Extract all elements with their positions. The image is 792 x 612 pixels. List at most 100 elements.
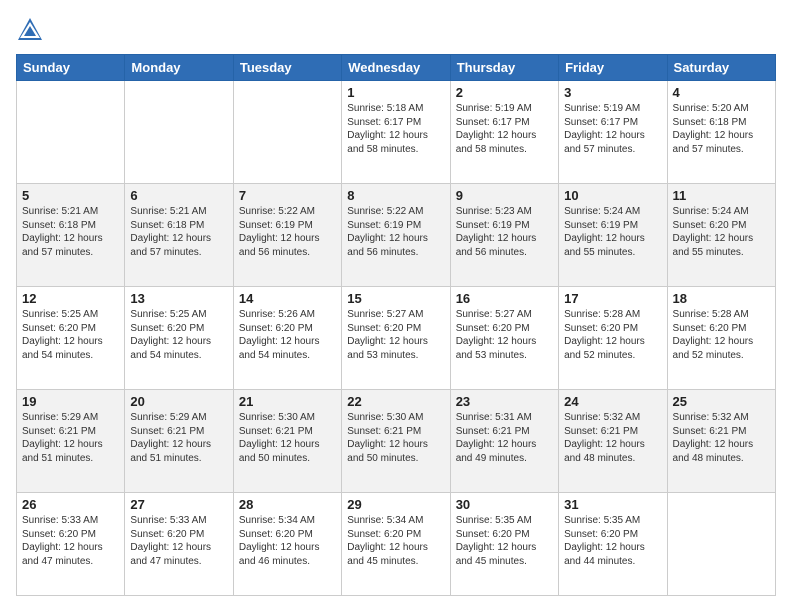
- calendar-cell: 19 Sunrise: 5:29 AM Sunset: 6:21 PM Dayli…: [17, 390, 125, 493]
- cell-date-number: 6: [130, 188, 227, 203]
- calendar-week-4: 19 Sunrise: 5:29 AM Sunset: 6:21 PM Dayli…: [17, 390, 776, 493]
- calendar-header: SundayMondayTuesdayWednesdayThursdayFrid…: [17, 55, 776, 81]
- cell-info-text: Sunrise: 5:29 AM Sunset: 6:21 PM Dayligh…: [130, 411, 227, 465]
- cell-info-text: Sunrise: 5:34 AM Sunset: 6:20 PM Dayligh…: [239, 514, 336, 568]
- cell-info-text: Sunrise: 5:25 AM Sunset: 6:20 PM Dayligh…: [22, 308, 119, 362]
- cell-info-text: Sunrise: 5:29 AM Sunset: 6:21 PM Dayligh…: [22, 411, 119, 465]
- cell-info-text: Sunrise: 5:30 AM Sunset: 6:21 PM Dayligh…: [239, 411, 336, 465]
- calendar-cell: 8 Sunrise: 5:22 AM Sunset: 6:19 PM Daylig…: [342, 184, 450, 287]
- calendar-cell: 25 Sunrise: 5:32 AM Sunset: 6:21 PM Dayli…: [667, 390, 775, 493]
- calendar-cell: [17, 81, 125, 184]
- cell-info-text: Sunrise: 5:33 AM Sunset: 6:20 PM Dayligh…: [22, 514, 119, 568]
- calendar-cell: 7 Sunrise: 5:22 AM Sunset: 6:19 PM Daylig…: [233, 184, 341, 287]
- cell-date-number: 18: [673, 291, 770, 306]
- cell-date-number: 30: [456, 497, 553, 512]
- cell-info-text: Sunrise: 5:25 AM Sunset: 6:20 PM Dayligh…: [130, 308, 227, 362]
- cell-info-text: Sunrise: 5:24 AM Sunset: 6:19 PM Dayligh…: [564, 205, 661, 259]
- calendar-cell: 11 Sunrise: 5:24 AM Sunset: 6:20 PM Dayli…: [667, 184, 775, 287]
- calendar-cell: 9Sunrise: 5:23 AM Sunset: 6:19 PM Daylig…: [450, 184, 558, 287]
- calendar-cell: 31Sunrise: 5:35 AM Sunset: 6:20 PM Dayli…: [559, 493, 667, 596]
- calendar-cell: 27Sunrise: 5:33 AM Sunset: 6:20 PM Dayli…: [125, 493, 233, 596]
- cell-date-number: 27: [130, 497, 227, 512]
- cell-info-text: Sunrise: 5:31 AM Sunset: 6:21 PM Dayligh…: [456, 411, 553, 465]
- cell-date-number: 29: [347, 497, 444, 512]
- cell-date-number: 3: [564, 85, 661, 100]
- weekday-header-wednesday: Wednesday: [342, 55, 450, 81]
- cell-date-number: 17: [564, 291, 661, 306]
- cell-date-number: 11: [673, 188, 770, 203]
- cell-date-number: 25: [673, 394, 770, 409]
- calendar-cell: 16 Sunrise: 5:27 AM Sunset: 6:20 PM Dayli…: [450, 287, 558, 390]
- cell-info-text: Sunrise: 5:20 AM Sunset: 6:18 PM Dayligh…: [673, 102, 770, 156]
- cell-info-text: Sunrise: 5:21 AM Sunset: 6:18 PM Dayligh…: [130, 205, 227, 259]
- calendar-cell: 5 Sunrise: 5:21 AM Sunset: 6:18 PM Daylig…: [17, 184, 125, 287]
- cell-info-text: Sunrise: 5:28 AM Sunset: 6:20 PM Dayligh…: [673, 308, 770, 362]
- cell-info-text: Sunrise: 5:26 AM Sunset: 6:20 PM Dayligh…: [239, 308, 336, 362]
- cell-info-text: Sunrise: 5:22 AM Sunset: 6:19 PM Dayligh…: [347, 205, 444, 259]
- cell-date-number: 4: [673, 85, 770, 100]
- cell-info-text: Sunrise: 5:27 AM Sunset: 6:20 PM Dayligh…: [456, 308, 553, 362]
- cell-date-number: 26: [22, 497, 119, 512]
- cell-info-text: Sunrise: 5:34 AM Sunset: 6:20 PM Dayligh…: [347, 514, 444, 568]
- calendar-cell: 12Sunrise: 5:25 AM Sunset: 6:20 PM Dayli…: [17, 287, 125, 390]
- calendar-cell: 13 Sunrise: 5:25 AM Sunset: 6:20 PM Dayli…: [125, 287, 233, 390]
- cell-date-number: 31: [564, 497, 661, 512]
- cell-date-number: 7: [239, 188, 336, 203]
- calendar-cell: 3 Sunrise: 5:19 AM Sunset: 6:17 PM Daylig…: [559, 81, 667, 184]
- cell-info-text: Sunrise: 5:30 AM Sunset: 6:21 PM Dayligh…: [347, 411, 444, 465]
- calendar-cell: 4 Sunrise: 5:20 AM Sunset: 6:18 PM Daylig…: [667, 81, 775, 184]
- calendar-week-5: 26 Sunrise: 5:33 AM Sunset: 6:20 PM Dayli…: [17, 493, 776, 596]
- calendar-cell: 21 Sunrise: 5:30 AM Sunset: 6:21 PM Dayli…: [233, 390, 341, 493]
- calendar-cell: 28 Sunrise: 5:34 AM Sunset: 6:20 PM Dayli…: [233, 493, 341, 596]
- calendar-cell: [233, 81, 341, 184]
- calendar-table: SundayMondayTuesdayWednesdayThursdayFrid…: [16, 54, 776, 596]
- calendar-cell: 23 Sunrise: 5:31 AM Sunset: 6:21 PM Dayli…: [450, 390, 558, 493]
- calendar-cell: [125, 81, 233, 184]
- cell-info-text: Sunrise: 5:21 AM Sunset: 6:18 PM Dayligh…: [22, 205, 119, 259]
- cell-date-number: 2: [456, 85, 553, 100]
- calendar-cell: 14 Sunrise: 5:26 AM Sunset: 6:20 PM Dayli…: [233, 287, 341, 390]
- cell-date-number: 1: [347, 85, 444, 100]
- calendar-week-1: 1 Sunrise: 5:18 AM Sunset: 6:17 PM Daylig…: [17, 81, 776, 184]
- header: [16, 16, 776, 44]
- weekday-header-tuesday: Tuesday: [233, 55, 341, 81]
- weekday-header-monday: Monday: [125, 55, 233, 81]
- weekday-header-saturday: Saturday: [667, 55, 775, 81]
- cell-date-number: 10: [564, 188, 661, 203]
- cell-info-text: Sunrise: 5:28 AM Sunset: 6:20 PM Dayligh…: [564, 308, 661, 362]
- calendar-cell: 17 Sunrise: 5:28 AM Sunset: 6:20 PM Dayli…: [559, 287, 667, 390]
- logo: [16, 16, 48, 44]
- calendar-cell: 26 Sunrise: 5:33 AM Sunset: 6:20 PM Dayli…: [17, 493, 125, 596]
- calendar-cell: 1 Sunrise: 5:18 AM Sunset: 6:17 PM Daylig…: [342, 81, 450, 184]
- cell-date-number: 14: [239, 291, 336, 306]
- calendar-cell: 30Sunrise: 5:35 AM Sunset: 6:20 PM Dayli…: [450, 493, 558, 596]
- calendar-cell: 29 Sunrise: 5:34 AM Sunset: 6:20 PM Dayli…: [342, 493, 450, 596]
- calendar-cell: 22 Sunrise: 5:30 AM Sunset: 6:21 PM Dayli…: [342, 390, 450, 493]
- cell-info-text: Sunrise: 5:19 AM Sunset: 6:17 PM Dayligh…: [456, 102, 553, 156]
- weekday-header-thursday: Thursday: [450, 55, 558, 81]
- calendar-cell: 6 Sunrise: 5:21 AM Sunset: 6:18 PM Daylig…: [125, 184, 233, 287]
- cell-date-number: 8: [347, 188, 444, 203]
- cell-date-number: 9: [456, 188, 553, 203]
- page: SundayMondayTuesdayWednesdayThursdayFrid…: [0, 0, 792, 612]
- cell-date-number: 13: [130, 291, 227, 306]
- calendar-cell: 20Sunrise: 5:29 AM Sunset: 6:21 PM Dayli…: [125, 390, 233, 493]
- cell-date-number: 16: [456, 291, 553, 306]
- cell-date-number: 21: [239, 394, 336, 409]
- cell-info-text: Sunrise: 5:18 AM Sunset: 6:17 PM Dayligh…: [347, 102, 444, 156]
- cell-info-text: Sunrise: 5:32 AM Sunset: 6:21 PM Dayligh…: [564, 411, 661, 465]
- cell-date-number: 19: [22, 394, 119, 409]
- cell-info-text: Sunrise: 5:32 AM Sunset: 6:21 PM Dayligh…: [673, 411, 770, 465]
- cell-date-number: 22: [347, 394, 444, 409]
- cell-date-number: 23: [456, 394, 553, 409]
- cell-date-number: 28: [239, 497, 336, 512]
- calendar-week-3: 12Sunrise: 5:25 AM Sunset: 6:20 PM Dayli…: [17, 287, 776, 390]
- cell-info-text: Sunrise: 5:22 AM Sunset: 6:19 PM Dayligh…: [239, 205, 336, 259]
- cell-info-text: Sunrise: 5:19 AM Sunset: 6:17 PM Dayligh…: [564, 102, 661, 156]
- cell-date-number: 5: [22, 188, 119, 203]
- weekday-header-sunday: Sunday: [17, 55, 125, 81]
- calendar-cell: [667, 493, 775, 596]
- calendar-cell: 18 Sunrise: 5:28 AM Sunset: 6:20 PM Dayli…: [667, 287, 775, 390]
- cell-info-text: Sunrise: 5:24 AM Sunset: 6:20 PM Dayligh…: [673, 205, 770, 259]
- weekday-row: SundayMondayTuesdayWednesdayThursdayFrid…: [17, 55, 776, 81]
